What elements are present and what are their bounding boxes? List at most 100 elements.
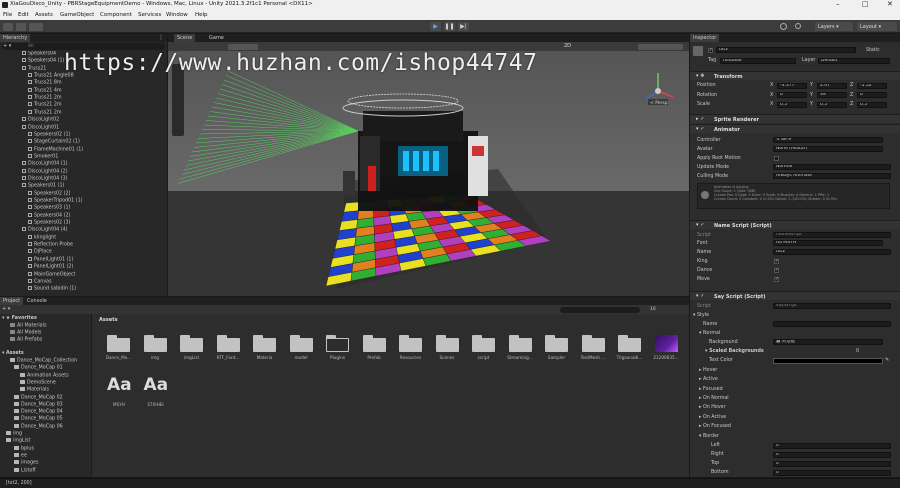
fav-all-models[interactable]: All Models xyxy=(10,330,41,337)
folder-icon[interactable] xyxy=(216,335,240,352)
style-state-foldout[interactable]: ▸ On Normal xyxy=(699,396,729,404)
menu-window[interactable]: Window xyxy=(166,12,188,18)
hierarchy-item[interactable]: Speakers02 (1) xyxy=(28,131,70,139)
scene-viewport[interactable]: < Persp xyxy=(168,51,689,296)
hierarchy-item[interactable]: Speakers03 (1) xyxy=(28,205,70,212)
folder-icon[interactable] xyxy=(399,335,422,352)
hierarchy-item[interactable]: DiscoLight01 xyxy=(22,124,59,132)
transform-z-field[interactable]: 0.5 xyxy=(857,101,887,108)
folder-icon[interactable] xyxy=(362,335,386,352)
folder-icon[interactable] xyxy=(143,335,167,352)
folder-icon[interactable] xyxy=(508,335,532,352)
apply-root-checkbox[interactable] xyxy=(774,156,779,161)
panel-menu-icon[interactable]: ⋮ xyxy=(158,34,164,41)
eyedropper-icon[interactable]: ✎ xyxy=(885,357,889,363)
name-field[interactable]: txt2 xyxy=(773,249,891,255)
folder-icon[interactable] xyxy=(435,335,459,352)
folder-icon[interactable] xyxy=(545,335,568,352)
project-folder[interactable]: img xyxy=(6,431,22,438)
folder-icon[interactable] xyxy=(326,335,349,352)
hierarchy-item[interactable]: DiscoLight04 (3) xyxy=(22,175,68,183)
menu-gameobject[interactable]: GameObject xyxy=(60,12,94,18)
hierarchy-item[interactable]: Truss21 2m xyxy=(28,109,62,117)
transform-header[interactable]: ▾ ✥ Transform xyxy=(690,71,900,80)
border-label[interactable]: ▾ Border xyxy=(699,434,719,442)
tab-scene[interactable]: Scene xyxy=(174,34,196,42)
hierarchy-item[interactable]: PanelLight01 (2) xyxy=(28,264,73,271)
font-field[interactable]: Aa MSYH xyxy=(773,240,883,246)
gizmos-button[interactable] xyxy=(638,43,683,50)
menu-services[interactable]: Services xyxy=(138,12,161,18)
project-folder[interactable]: Animation Assets xyxy=(20,372,69,380)
folder-icon[interactable] xyxy=(472,335,495,352)
object-name-field[interactable]: txt2 xyxy=(716,47,856,53)
style-state-foldout[interactable]: ▸ On Active xyxy=(699,415,726,423)
animator-header[interactable]: ▾ ✓ Animator xyxy=(690,124,900,133)
hierarchy-item[interactable]: DiscoLight02 xyxy=(22,117,59,124)
scaled-bg-label[interactable]: ▾ Scaled Backgrounds xyxy=(705,349,764,357)
transform-y-field[interactable]: 2.07 xyxy=(817,82,847,89)
project-folder[interactable]: Dance_MoCap 04 xyxy=(14,409,63,416)
scaled-bg-count[interactable]: 0 xyxy=(856,349,859,357)
favorites-header[interactable]: ▾ ★ Favorites xyxy=(2,316,37,323)
update-mode-dropdown[interactable]: Normal xyxy=(773,164,891,170)
project-folder[interactable]: images xyxy=(14,460,38,467)
step-button[interactable]: ▶| xyxy=(458,22,469,31)
hierarchy-item[interactable]: Canvas xyxy=(28,278,52,286)
hierarchy-item[interactable]: Truss21 2m xyxy=(28,95,62,102)
style-state-foldout[interactable]: ▸ Focused xyxy=(699,387,723,395)
transform-z-field[interactable]: -5.52 xyxy=(857,82,887,89)
style-label[interactable]: ▾ Style xyxy=(693,313,709,321)
folder-icon[interactable] xyxy=(581,335,605,352)
hierarchy-item[interactable]: DiscoLight04 (4) xyxy=(22,227,68,234)
create-dropdown[interactable]: + ▾ xyxy=(2,306,10,312)
layers-dropdown[interactable]: Layers ▾ xyxy=(815,22,853,31)
hierarchy-item[interactable]: DiscoLight04 (1) xyxy=(22,161,68,168)
account-button[interactable] xyxy=(3,22,13,31)
transform-x-field[interactable]: -3.377 xyxy=(777,82,807,89)
hierarchy-item[interactable]: FlameMachine01 (1) xyxy=(28,146,83,154)
2d-toggle[interactable]: 2D xyxy=(564,43,571,49)
project-search[interactable] xyxy=(560,306,640,313)
hierarchy-item[interactable]: Truss21 4m xyxy=(28,87,62,95)
hierarchy-item[interactable]: Speakers04 (1) xyxy=(22,58,64,65)
hierarchy-item[interactable]: DjPlace xyxy=(28,249,52,256)
hierarchy-item[interactable]: Truss21 2m xyxy=(28,102,62,109)
hierarchy-item[interactable]: Sound sabidin (1) xyxy=(28,286,76,293)
layout-dropdown[interactable]: Layout ▾ xyxy=(857,22,897,31)
menu-assets[interactable]: Assets xyxy=(35,12,53,18)
hierarchy-search[interactable]: + ▾ All xyxy=(2,43,165,50)
project-folder[interactable]: Dance_MoCap 06 xyxy=(14,423,63,431)
border-side-field[interactable]: 0 xyxy=(773,442,891,449)
font-asset-icon[interactable]: Aa xyxy=(107,375,132,395)
project-folder[interactable]: Dance_MoCap 05 xyxy=(14,416,63,423)
menu-file[interactable]: File xyxy=(3,12,12,18)
normal-label[interactable]: ▾ Normal xyxy=(699,331,720,339)
maximize-button[interactable]: □ xyxy=(862,0,869,8)
hierarchy-item[interactable]: PanelLight01 (1) xyxy=(28,256,73,264)
transform-y-field[interactable]: 0.5 xyxy=(817,101,847,108)
project-folder[interactable]: bplus xyxy=(14,445,34,453)
hierarchy-item[interactable]: Speakers01 (1) xyxy=(22,183,64,190)
hierarchy-item[interactable]: Speakers04 xyxy=(22,51,56,58)
say-script-header[interactable]: ▾ ✓ Say Script (Script) xyxy=(690,291,900,300)
transform-x-field[interactable]: 0.5 xyxy=(777,101,807,108)
fav-all-prefabs[interactable]: All Prefabs xyxy=(10,337,42,344)
hierarchy-item[interactable]: DiscoLight04 (2) xyxy=(22,168,68,176)
transform-y-field[interactable]: 39 xyxy=(817,92,847,98)
culling-mode-dropdown[interactable]: Always Animate xyxy=(773,173,891,179)
cloud-icon[interactable] xyxy=(16,22,26,31)
border-side-field[interactable]: 0 xyxy=(773,469,891,476)
pause-button[interactable]: ❚❚ xyxy=(444,22,455,31)
active-checkbox[interactable]: ✓ xyxy=(708,48,713,53)
hierarchy-item[interactable]: Speakers04 (2) xyxy=(28,212,70,220)
controller-field[interactable]: ↯ bk-9 xyxy=(773,137,883,143)
draw-mode-dropdown[interactable] xyxy=(228,43,258,50)
project-folder[interactable]: ee xyxy=(14,452,27,460)
hierarchy-item[interactable]: Truss21 8m xyxy=(28,80,62,87)
tab-project[interactable]: Project xyxy=(0,297,24,305)
history-icon[interactable] xyxy=(780,23,787,30)
border-side-field[interactable]: 0 xyxy=(773,460,891,467)
border-side-field[interactable]: 0 xyxy=(773,451,891,458)
folder-icon[interactable] xyxy=(107,335,130,352)
